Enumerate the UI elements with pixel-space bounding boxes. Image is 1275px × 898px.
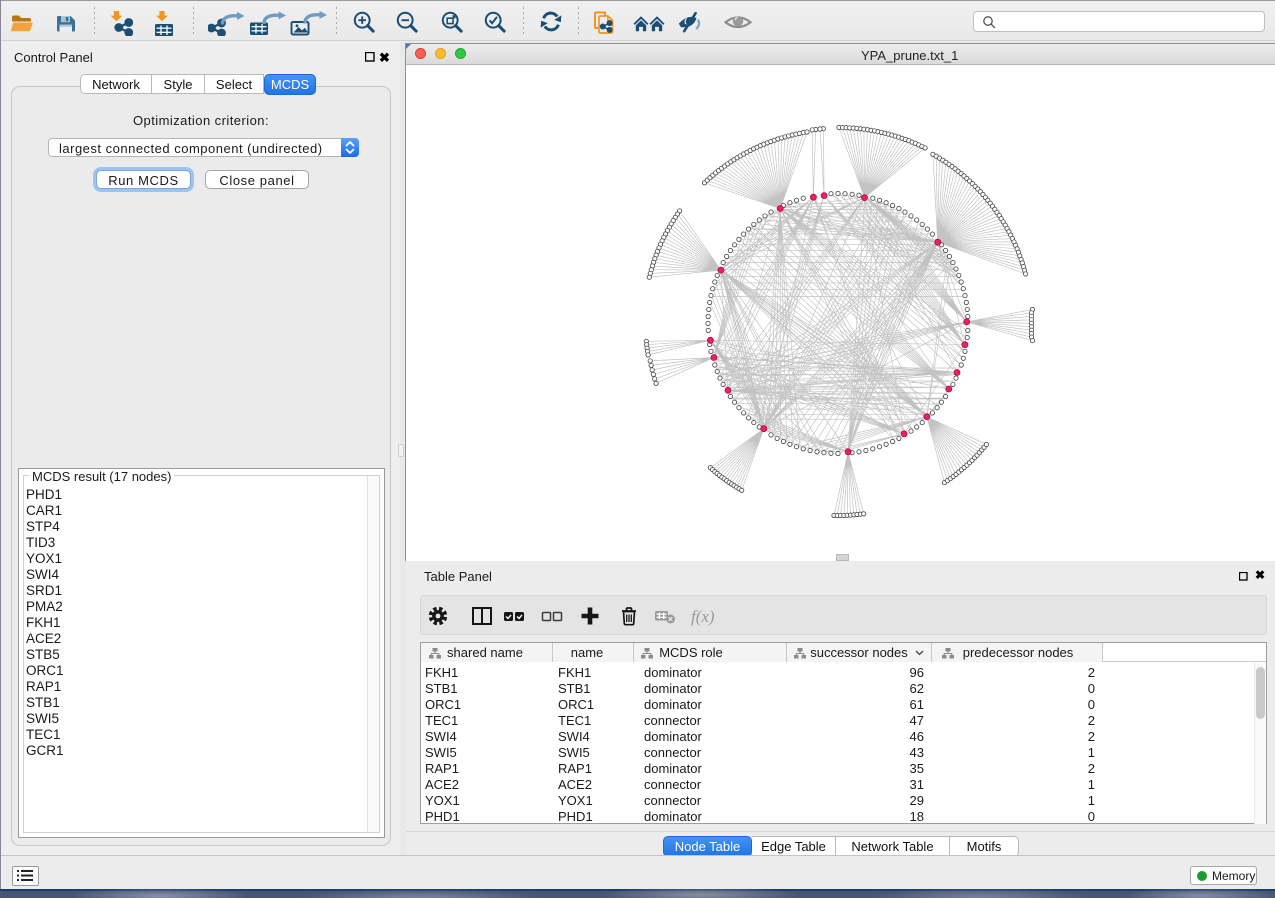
svg-text:f(x): f(x) bbox=[691, 607, 715, 626]
